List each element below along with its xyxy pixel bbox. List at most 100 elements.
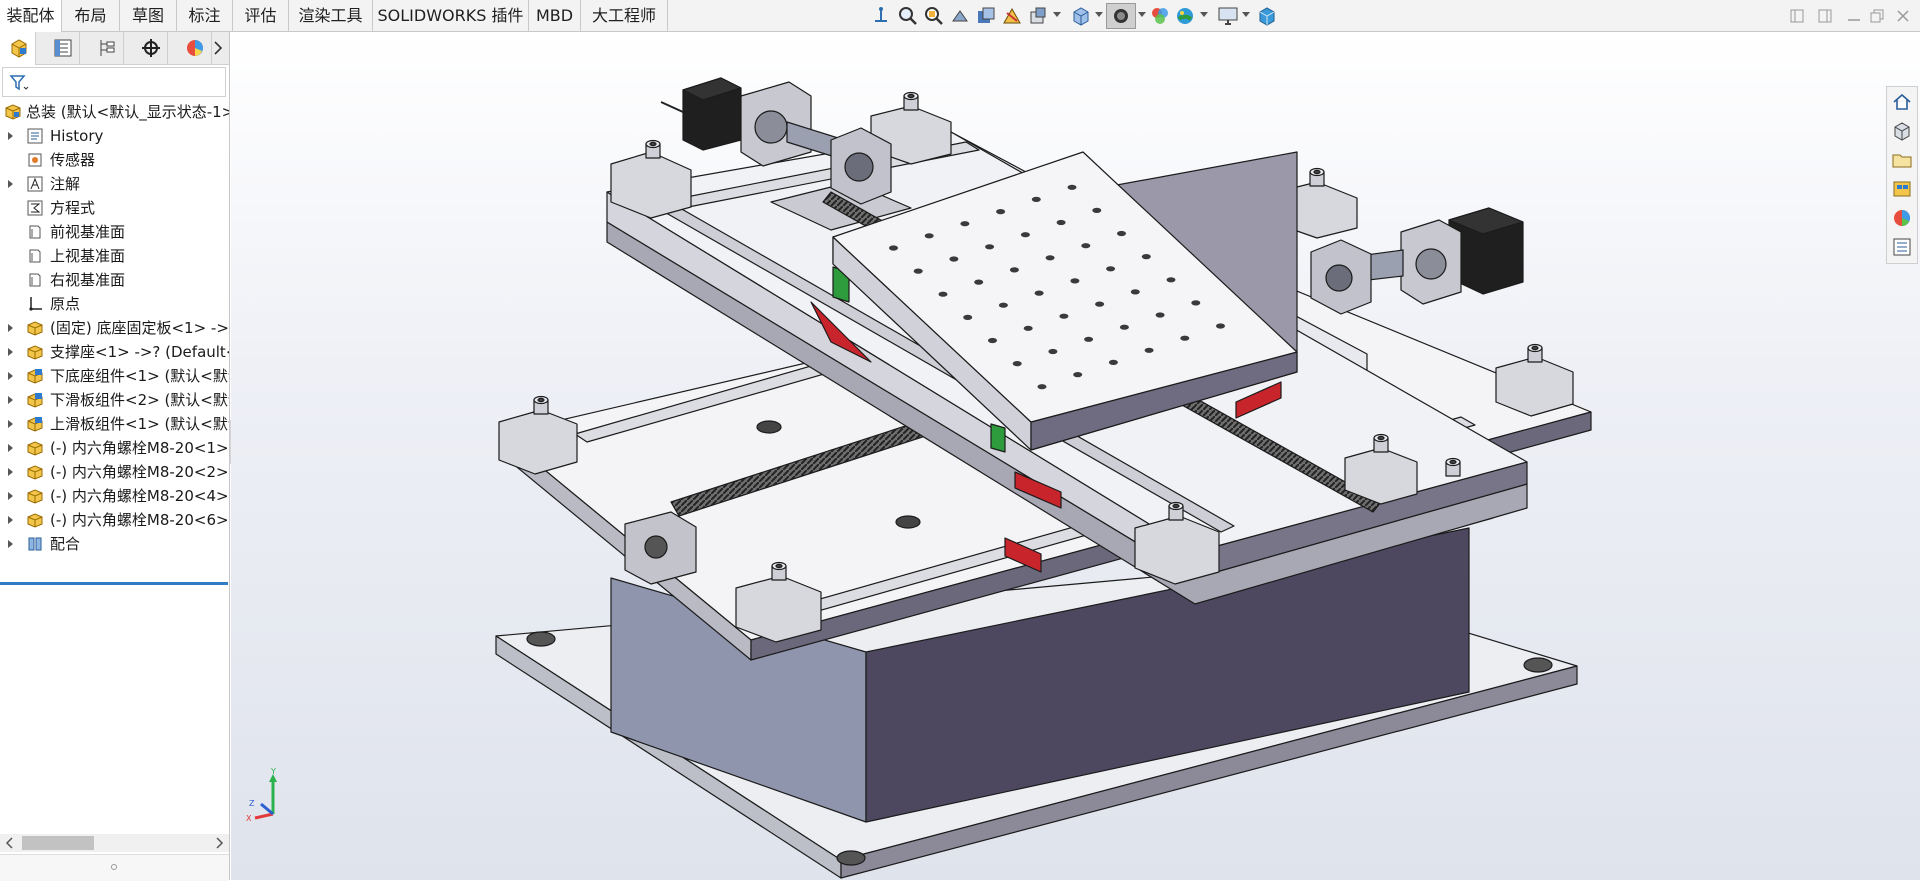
tree-item[interactable]: 传感器 — [0, 148, 229, 172]
expand-arrow-icon[interactable] — [8, 132, 13, 140]
expand-arrow-icon[interactable] — [8, 324, 13, 332]
tree-item[interactable]: (-) 内六角螺栓M8-20<6> — [0, 508, 229, 532]
expand-arrow-icon[interactable] — [8, 468, 13, 476]
scroll-right-icon[interactable] — [213, 837, 225, 849]
tab-mbd[interactable]: MBD — [529, 0, 581, 31]
tab-featuremanager[interactable] — [0, 32, 36, 65]
section-view-icon[interactable] — [975, 5, 997, 27]
sensor-icon — [28, 153, 42, 167]
chevron-down-icon[interactable] — [1242, 10, 1250, 18]
tree-item-label: 配合 — [50, 535, 81, 553]
table-hole — [1155, 312, 1165, 318]
tree-item[interactable]: 前视基准面 — [0, 220, 229, 244]
mates-icon — [28, 537, 42, 551]
collapse-panel-icon[interactable] — [1787, 6, 1807, 26]
scrollbar-thumb[interactable] — [22, 836, 94, 850]
tree-item[interactable]: History — [0, 124, 229, 148]
tree-item[interactable]: 右视基准面 — [0, 268, 229, 292]
tree-item[interactable]: 配合 — [0, 532, 229, 556]
tree-item-label: (-) 内六角螺栓M8-20<4> — [50, 487, 229, 505]
tree-item-label: 上滑板组件<1> (默认<默认 — [50, 415, 229, 433]
tree-filter[interactable] — [2, 67, 226, 97]
zoom-to-fit-icon[interactable] — [897, 5, 919, 27]
tree-item[interactable]: 上滑板组件<1> (默认<默认 — [0, 412, 229, 436]
tree-item[interactable]: 原点 — [0, 292, 229, 316]
tree-root[interactable]: 总装 (默认<默认_显示状态-1>) — [0, 100, 229, 124]
expand-arrow-icon[interactable] — [8, 372, 13, 380]
scroll-left-icon[interactable] — [4, 837, 16, 849]
solidworks-resources-button[interactable] — [1891, 91, 1913, 113]
pane-grip-icon[interactable] — [110, 863, 118, 871]
tab-solidworks-addins[interactable]: SOLIDWORKS 插件 — [373, 0, 529, 31]
tree-item[interactable]: (-) 内六角螺栓M8-20<2> — [0, 460, 229, 484]
tab-displaymanager[interactable] — [176, 32, 212, 64]
table-hole — [1141, 254, 1151, 260]
horizontal-scrollbar[interactable] — [0, 834, 229, 852]
expand-arrow-icon[interactable] — [8, 516, 13, 524]
tree-item[interactable]: 方程式 — [0, 196, 229, 220]
tab-evaluate[interactable]: 评估 — [233, 0, 289, 31]
expand-arrow-icon[interactable] — [8, 492, 13, 500]
chevron-down-icon[interactable] — [1200, 10, 1208, 18]
expand-arrow-icon[interactable] — [8, 420, 13, 428]
chevron-right-icon[interactable] — [212, 41, 224, 55]
restore-icon[interactable] — [1867, 6, 1887, 26]
zoom-to-area-icon[interactable] — [923, 5, 945, 27]
tab-render-tools[interactable]: 渲染工具 — [289, 0, 373, 31]
close-icon[interactable] — [1893, 6, 1913, 26]
expand-arrow-icon[interactable] — [8, 540, 13, 548]
tree-item[interactable]: 下底座组件<1> (默认<默认 — [0, 364, 229, 388]
expand-panel-icon[interactable] — [1815, 6, 1835, 26]
view-orientation-icon[interactable] — [870, 5, 892, 27]
tree-item[interactable]: 上视基准面 — [0, 244, 229, 268]
tree-item[interactable]: (-) 内六角螺栓M8-20<4> — [0, 484, 229, 508]
tree-item-label: 支撑座<1> ->? (Default< — [50, 343, 229, 361]
expand-arrow-icon[interactable] — [8, 444, 13, 452]
cap-screw — [533, 395, 549, 415]
table-hole — [1067, 184, 1077, 190]
table-hole — [1056, 219, 1066, 226]
expand-arrow-icon[interactable] — [8, 396, 13, 404]
expand-arrow-icon[interactable] — [8, 180, 13, 188]
3d-cube-icon[interactable] — [1256, 5, 1278, 27]
tree-item[interactable]: (-) 内六角螺栓M8-20<1> — [0, 436, 229, 460]
table-hole — [1009, 267, 1019, 273]
file-explorer-button[interactable] — [1891, 149, 1913, 171]
view-palette-button[interactable] — [1891, 178, 1913, 200]
tree-item[interactable]: (固定) 底座固定板<1> ->? — [0, 316, 229, 340]
apply-scene-icon[interactable] — [1174, 5, 1196, 27]
tab-assembly[interactable]: 装配体 — [0, 0, 62, 32]
tree-rollback-bar[interactable] — [0, 582, 228, 585]
tab-propertymanager[interactable] — [44, 32, 80, 64]
dynamic-annotation-icon[interactable] — [1001, 5, 1023, 27]
chevron-down-icon[interactable] — [1053, 10, 1061, 18]
appearances-button[interactable] — [1891, 207, 1913, 229]
tree-item[interactable]: 注解 — [0, 172, 229, 196]
tab-markup[interactable]: 标注 — [177, 0, 233, 31]
view-setting-icon[interactable] — [1027, 5, 1049, 27]
view-type-icon[interactable] — [1070, 5, 1092, 27]
previous-view-icon[interactable] — [949, 5, 971, 27]
tab-sketch[interactable]: 草图 — [120, 0, 177, 31]
chevron-down-icon[interactable] — [1095, 10, 1103, 18]
edit-appearance-icon[interactable] — [1149, 5, 1171, 27]
display-monitor-icon[interactable] — [1217, 5, 1239, 27]
tab-dimxpert[interactable] — [132, 32, 168, 64]
assembly-model[interactable] — [231, 32, 1920, 880]
tree-item[interactable]: 支撑座<1> ->? (Default< — [0, 340, 229, 364]
table-hole — [1092, 207, 1102, 213]
cap-screw — [1168, 501, 1184, 521]
custom-properties-button[interactable] — [1891, 236, 1913, 258]
chevron-down-icon[interactable] — [1138, 10, 1146, 18]
table-hole — [998, 302, 1008, 308]
design-library-button[interactable] — [1891, 120, 1913, 142]
display-style-icon[interactable] — [1106, 3, 1136, 29]
minimize-icon[interactable] — [1844, 6, 1864, 26]
tab-configurationmanager[interactable] — [88, 32, 124, 64]
graphics-area[interactable]: Y X Z — [231, 32, 1920, 880]
tree-item[interactable]: 下滑板组件<2> (默认<默认 — [0, 388, 229, 412]
expand-arrow-icon[interactable] — [8, 348, 13, 356]
tab-engineer[interactable]: 大工程师 — [581, 0, 668, 31]
table-hole — [1070, 278, 1080, 284]
tab-layout[interactable]: 布局 — [62, 0, 120, 31]
